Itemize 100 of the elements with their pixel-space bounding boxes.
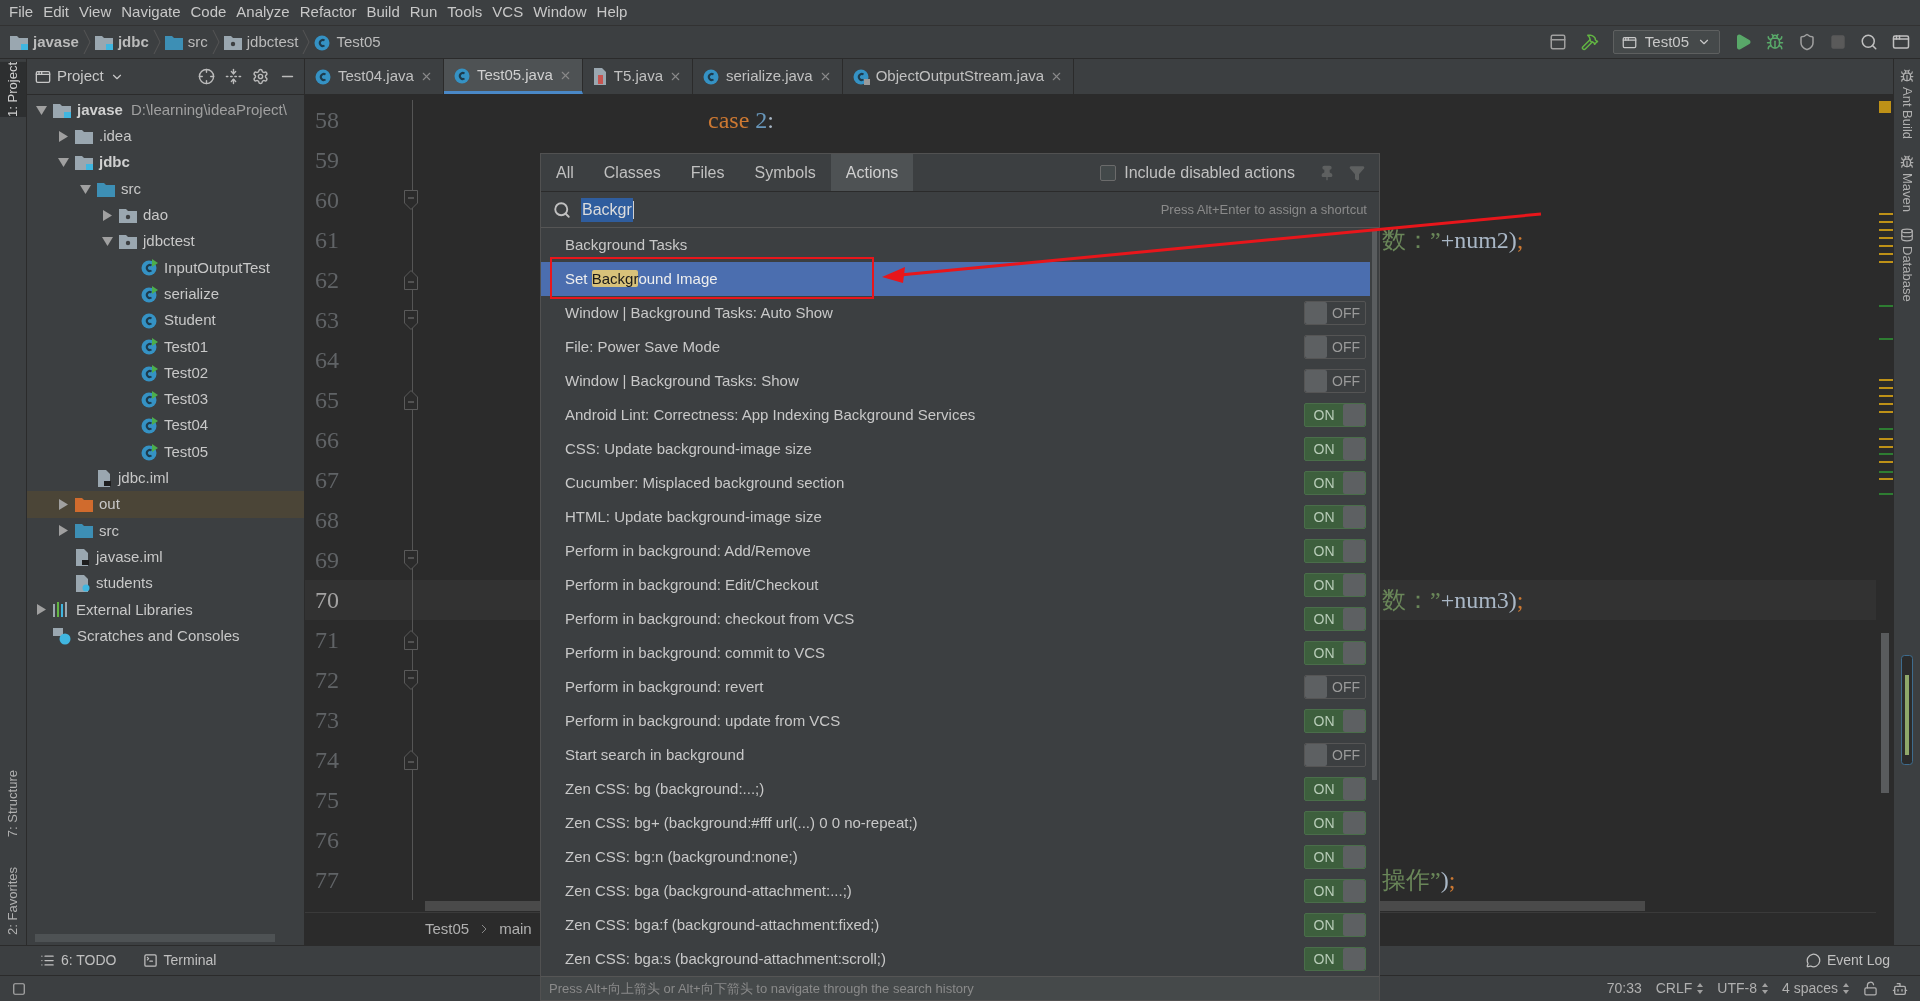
- popup-tab[interactable]: Symbols: [739, 154, 831, 191]
- toggle-switch[interactable]: OFF: [1304, 301, 1366, 325]
- status-item[interactable]: 4 spaces: [1781, 978, 1849, 999]
- play-icon[interactable]: [1734, 33, 1752, 51]
- breadcrumb-item[interactable]: src: [164, 30, 208, 54]
- tree-item[interactable]: Scratches and Consoles: [27, 622, 304, 650]
- action-item[interactable]: Zen CSS: bga:s (background-attachment:scroll;) ON: [541, 942, 1370, 976]
- editor-tab[interactable]: Test04.java: [305, 59, 444, 94]
- collapsed-caret-icon[interactable]: [57, 525, 69, 537]
- tool-window-tab[interactable]: Database: [1897, 228, 1917, 302]
- tool-window-tab[interactable]: 1: Project: [0, 62, 26, 117]
- tool-window-tab[interactable]: 6: TODO: [40, 950, 117, 971]
- editor-tab[interactable]: ObjectOutputStream.java: [842, 59, 1075, 94]
- close-icon[interactable]: [669, 70, 682, 83]
- tree-item[interactable]: dao: [27, 202, 304, 229]
- tree-item[interactable]: out: [27, 491, 304, 518]
- action-item[interactable]: Perform in background: update from VCS ON: [541, 704, 1370, 738]
- fold-marker-icon[interactable]: [404, 630, 418, 650]
- scrollbar-thumb[interactable]: [1372, 230, 1377, 780]
- action-item[interactable]: Window | Background Tasks: Show OFF: [541, 364, 1370, 398]
- tree-item[interactable]: src: [27, 517, 304, 545]
- action-item[interactable]: HTML: Update background-image size ON: [541, 500, 1370, 534]
- fold-marker-icon[interactable]: [404, 550, 418, 570]
- breadcrumb-item[interactable]: jdbctest: [223, 30, 299, 54]
- action-item[interactable]: Perform in background: checkout from VCS ON: [541, 602, 1370, 636]
- tree-item[interactable]: Test04: [27, 412, 304, 439]
- bug-icon[interactable]: [1766, 33, 1784, 51]
- event-log-button[interactable]: Event Log: [1805, 950, 1890, 971]
- toggle-switch[interactable]: ON: [1304, 709, 1366, 733]
- toggle-switch[interactable]: ON: [1304, 403, 1366, 427]
- breadcrumb-item[interactable]: javase: [10, 30, 79, 54]
- toggle-switch[interactable]: ON: [1304, 437, 1366, 461]
- tree-item[interactable]: jdbctest: [27, 228, 304, 255]
- action-item[interactable]: Start search in background OFF: [541, 738, 1370, 772]
- tool-window-tab[interactable]: 2: Favorites: [0, 867, 26, 935]
- menu-item[interactable]: Refactor: [294, 1, 362, 24]
- action-item[interactable]: Perform in background: revert OFF: [541, 670, 1370, 704]
- popup-tab[interactable]: Files: [675, 154, 740, 191]
- hammer-icon[interactable]: [1580, 33, 1599, 51]
- action-item[interactable]: Background Tasks: [541, 228, 1370, 262]
- fold-marker-icon[interactable]: [404, 390, 418, 410]
- shield-icon[interactable]: [1798, 33, 1816, 51]
- status-item[interactable]: CRLF: [1655, 978, 1704, 999]
- tree-item[interactable]: jdbc.iml: [27, 465, 304, 492]
- fold-marker-icon[interactable]: [404, 310, 418, 330]
- fold-marker-icon[interactable]: [404, 750, 418, 770]
- toggle-switch[interactable]: OFF: [1304, 335, 1366, 359]
- toggle-switch[interactable]: ON: [1304, 607, 1366, 631]
- toggle-switch[interactable]: ON: [1304, 845, 1366, 869]
- fold-marker-icon[interactable]: [404, 190, 418, 210]
- toggle-switch[interactable]: ON: [1304, 947, 1366, 971]
- tree-item[interactable]: src: [27, 175, 304, 203]
- menu-item[interactable]: Analyze: [231, 1, 295, 24]
- project-view-dropdown[interactable]: Project: [35, 65, 124, 88]
- tree-item[interactable]: javase D:\learning\ideaProject\: [27, 97, 304, 124]
- action-item[interactable]: Zen CSS: bg:n (background:none;) ON: [541, 840, 1370, 874]
- action-item[interactable]: File: Power Save Mode OFF: [541, 330, 1370, 364]
- toggle-switch[interactable]: ON: [1304, 777, 1366, 801]
- tree-item[interactable]: jdbc: [27, 149, 304, 176]
- menu-item[interactable]: Tools: [442, 1, 488, 24]
- action-item[interactable]: Cucumber: Misplaced background section ON: [541, 466, 1370, 500]
- breadcrumb-item[interactable]: main: [499, 917, 532, 941]
- tree-item[interactable]: javase.iml: [27, 544, 304, 571]
- menu-item[interactable]: Navigate: [116, 1, 186, 24]
- tool-window-tab[interactable]: Terminal: [142, 950, 217, 971]
- toggle-switch[interactable]: ON: [1304, 573, 1366, 597]
- tree-item[interactable]: Test01: [27, 333, 304, 360]
- action-item[interactable]: Perform in background: commit to VCS ON: [541, 636, 1370, 670]
- expanded-caret-icon[interactable]: [101, 236, 113, 248]
- menu-item[interactable]: VCS: [487, 1, 529, 24]
- search-icon[interactable]: [1860, 33, 1878, 51]
- menu-item[interactable]: View: [74, 1, 117, 24]
- menu-item[interactable]: Edit: [38, 1, 75, 24]
- window-icon[interactable]: [1548, 33, 1567, 51]
- toggle-switch[interactable]: ON: [1304, 539, 1366, 563]
- lock-icon[interactable]: [1863, 981, 1878, 996]
- warning-square-icon[interactable]: [1878, 101, 1891, 113]
- collapsed-caret-icon[interactable]: [101, 209, 113, 221]
- expanded-caret-icon[interactable]: [57, 157, 69, 169]
- popup-tab[interactable]: Classes: [588, 154, 676, 191]
- breadcrumb-item[interactable]: Test05: [314, 30, 381, 54]
- run-config-dropdown[interactable]: Test05: [1612, 30, 1720, 54]
- toggle-switch[interactable]: ON: [1304, 505, 1366, 529]
- tree-item[interactable]: Student: [27, 307, 304, 334]
- collapsed-caret-icon[interactable]: [57, 130, 69, 142]
- tool-window-tab[interactable]: Ant Build: [1897, 69, 1917, 140]
- status-item[interactable]: UTF-8: [1717, 978, 1768, 999]
- menu-item[interactable]: Code: [185, 1, 232, 24]
- editor-tab[interactable]: serialize.java: [693, 59, 843, 94]
- collapse-icon[interactable]: [225, 68, 242, 85]
- tree-item[interactable]: Test02: [27, 359, 304, 387]
- toggle-switch[interactable]: ON: [1304, 913, 1366, 937]
- tree-item[interactable]: InputOutputTest: [27, 254, 304, 282]
- action-item[interactable]: Window | Background Tasks: Auto Show OFF: [541, 296, 1370, 330]
- fold-marker-icon[interactable]: [404, 670, 418, 690]
- action-item[interactable]: Zen CSS: bg+ (background:#fff url(...) 0 0 no-repeat;) ON: [541, 806, 1370, 840]
- scrollbar-thumb[interactable]: [1880, 633, 1889, 793]
- locate-icon[interactable]: [198, 68, 215, 85]
- toggle-switch[interactable]: ON: [1304, 641, 1366, 665]
- action-item[interactable]: Android Lint: Correctness: App Indexing Background Services ON: [541, 398, 1370, 432]
